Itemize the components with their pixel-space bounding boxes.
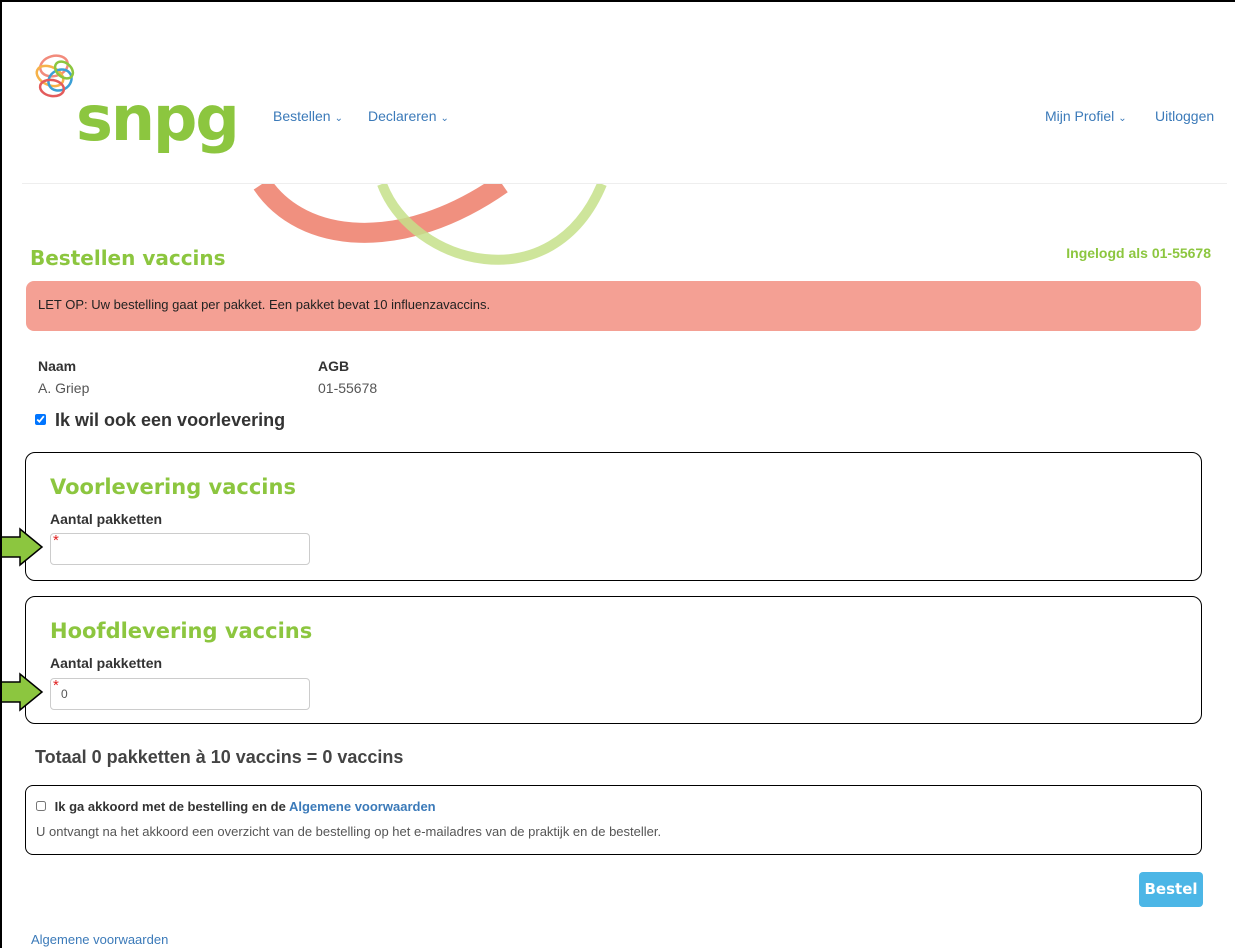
page-frame: snpg Bestellen ⌄ Declareren ⌄ Mijn Profiel… [0, 0, 1235, 948]
logged-in-status: Ingelogd als 01-55678 [1066, 245, 1211, 261]
background-swoosh-graphic [253, 184, 607, 265]
header-divider [22, 183, 1227, 184]
algemene-voorwaarden-link[interactable]: Algemene voorwaarden [289, 799, 436, 814]
hoofdlevering-aantal-value: 0 [61, 687, 68, 701]
chevron-down-icon: ⌄ [1118, 113, 1127, 124]
required-mark: * [53, 532, 59, 549]
agreement-label: Ik ga akkoord met de bestelling en de [54, 799, 286, 814]
annotation-arrow-icon [2, 527, 44, 567]
chevron-down-icon: ⌄ [334, 113, 343, 124]
logo-wordmark[interactable]: snpg [76, 88, 240, 150]
agb-label: AGB [318, 358, 350, 374]
nav-mijn-profiel[interactable]: Mijn Profiel ⌄ [1045, 108, 1127, 124]
required-mark: * [53, 677, 59, 694]
naam-value: A. Griep [38, 380, 90, 396]
voorlevering-checkbox-label: Ik wil ook een voorlevering [55, 410, 286, 430]
annotation-arrow-icon [2, 672, 44, 712]
agreement-checkbox[interactable] [36, 801, 46, 811]
voorlevering-field-label: Aantal pakketten [50, 511, 163, 527]
hoofdlevering-panel: Hoofdlevering vaccins Aantal pakketten *… [25, 596, 1202, 724]
chevron-down-icon: ⌄ [440, 113, 449, 124]
nav-declareren-label: Declareren [368, 108, 437, 124]
nav-uitloggen[interactable]: Uitloggen [1155, 108, 1214, 124]
voorlevering-panel: Voorlevering vaccins Aantal pakketten * [25, 452, 1202, 581]
totaal-summary: Totaal 0 pakketten à 10 vaccins = 0 vacc… [35, 747, 404, 767]
agreement-checkbox-row[interactable]: Ik ga akkoord met de bestelling en de Al… [36, 799, 436, 814]
nav-mijn-profiel-label: Mijn Profiel [1045, 108, 1115, 124]
nav-declareren[interactable]: Declareren ⌄ [368, 108, 449, 124]
hoofdlevering-aantal-input[interactable]: * 0 [50, 677, 310, 710]
agreement-note: U ontvangt na het akkoord een overzicht … [36, 824, 662, 839]
voorlevering-aantal-input[interactable]: * [50, 532, 310, 565]
footer-algemene-voorwaarden-link[interactable]: Algemene voorwaarden [31, 932, 168, 947]
naam-label: Naam [38, 358, 77, 374]
voorlevering-checkbox-row[interactable]: Ik wil ook een voorlevering [35, 410, 285, 431]
agreement-box: Ik ga akkoord met de bestelling en de Al… [25, 785, 1202, 855]
page-title: Bestellen vaccins [30, 246, 226, 270]
hoofdlevering-title: Hoofdlevering vaccins [50, 619, 313, 643]
agb-value: 01-55678 [318, 380, 378, 396]
nav-bestellen[interactable]: Bestellen ⌄ [273, 108, 343, 124]
voorlevering-checkbox[interactable] [35, 414, 46, 425]
alert-banner: LET OP: Uw bestelling gaat per pakket. E… [26, 281, 1201, 331]
hoofdlevering-field-label: Aantal pakketten [50, 655, 163, 671]
voorlevering-title: Voorlevering vaccins [50, 475, 296, 499]
nav-bestellen-label: Bestellen [273, 108, 331, 124]
bestel-button[interactable]: Bestel [1139, 872, 1203, 907]
